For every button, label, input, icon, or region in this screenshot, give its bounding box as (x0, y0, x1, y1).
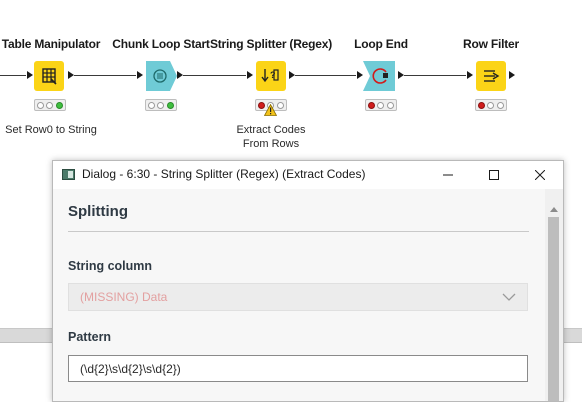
node-label-line1: Extract Codes (236, 124, 306, 136)
node-row-filter[interactable] (476, 61, 506, 91)
pattern-input[interactable]: (\d{2}\s\d{2}\s\d{2}) (68, 355, 528, 382)
status-dot (46, 101, 54, 109)
pattern-label: Pattern (68, 330, 112, 344)
status-dot-red (368, 101, 376, 109)
table-icon (42, 68, 57, 85)
status-dot (377, 101, 385, 109)
inport-arrow (137, 71, 143, 79)
node-loop-end[interactable] (363, 61, 397, 91)
connection-line (404, 75, 466, 76)
scrollbar-thumb[interactable] (548, 217, 559, 401)
node-table-manipulator[interactable] (34, 61, 64, 91)
knime-dialog-icon (62, 169, 75, 180)
maximize-icon (489, 170, 499, 180)
status-dot-red (478, 101, 486, 109)
svg-text:?: ? (270, 70, 276, 80)
string-column-label: String column (68, 259, 153, 273)
string-splitter-dialog[interactable]: Dialog - 6:30 - String Splitter (Regex) … (52, 160, 564, 402)
string-column-value: (MISSING) Data (80, 290, 168, 304)
node-label-table-manipulator[interactable]: Set Row0 to String (5, 123, 97, 137)
string-column-select[interactable]: (MISSING) Data (68, 283, 528, 311)
connection-line (74, 75, 136, 76)
dialog-titlebar[interactable]: Dialog - 6:30 - String Splitter (Regex) … (53, 161, 563, 189)
outport-arrow (509, 71, 515, 79)
section-title: Splitting (68, 203, 128, 220)
pattern-value: (\d{2}\s\d{2}\s\d{2}) (80, 362, 181, 376)
dialog-title: Dialog - 6:30 - String Splitter (Regex) … (82, 167, 366, 181)
status-dot (157, 101, 165, 109)
close-icon (535, 170, 545, 180)
connection-line (183, 75, 246, 76)
dialog-scrollbar[interactable] (545, 189, 563, 401)
node-label-line2: From Rows (242, 138, 300, 150)
inport-arrow (27, 71, 33, 79)
section-divider (68, 231, 529, 232)
status-dot-green (55, 101, 63, 109)
status-dot (487, 101, 495, 109)
node-status-loop-end (365, 99, 397, 111)
node-status-chunk-loop-start (145, 99, 177, 111)
node-label-string-splitter[interactable]: Extract Codes From Rows (236, 123, 305, 151)
status-dot (386, 101, 394, 109)
maximize-button[interactable] (471, 161, 517, 189)
warning-icon (264, 104, 277, 116)
dialog-content: Splitting String column (MISSING) Data P… (53, 189, 563, 401)
node-title-loop-end[interactable]: Loop End (354, 37, 408, 51)
status-dot (37, 101, 45, 109)
filter-rows-icon (484, 70, 500, 82)
close-button[interactable] (517, 161, 563, 189)
status-dot (276, 101, 284, 109)
node-title-table-manipulator[interactable]: Table Manipulator (2, 37, 101, 51)
minimize-button[interactable] (425, 161, 471, 189)
status-dot (148, 101, 156, 109)
inport-arrow (247, 71, 253, 79)
status-dot-green (166, 101, 174, 109)
connection-line (295, 75, 356, 76)
chevron-down-icon (502, 293, 516, 301)
node-title-row-filter[interactable]: Row Filter (463, 37, 519, 51)
inport-arrow (467, 71, 473, 79)
splitter-icon: ? (261, 69, 279, 83)
node-status-table-manipulator (34, 99, 66, 111)
connection-line (0, 75, 26, 76)
node-title-chunk-loop-start[interactable]: Chunk Loop Start (112, 37, 210, 51)
scroll-up-arrow-icon[interactable] (550, 207, 558, 212)
node-chunk-loop-start[interactable] (144, 61, 178, 91)
loop-start-icon (146, 61, 177, 91)
loop-end-icon (363, 61, 395, 91)
node-string-splitter[interactable]: ? (256, 61, 286, 91)
node-title-string-splitter[interactable]: String Splitter (Regex) (210, 37, 332, 51)
node-status-row-filter (475, 99, 507, 111)
minimize-icon (443, 174, 453, 176)
status-dot (496, 101, 504, 109)
